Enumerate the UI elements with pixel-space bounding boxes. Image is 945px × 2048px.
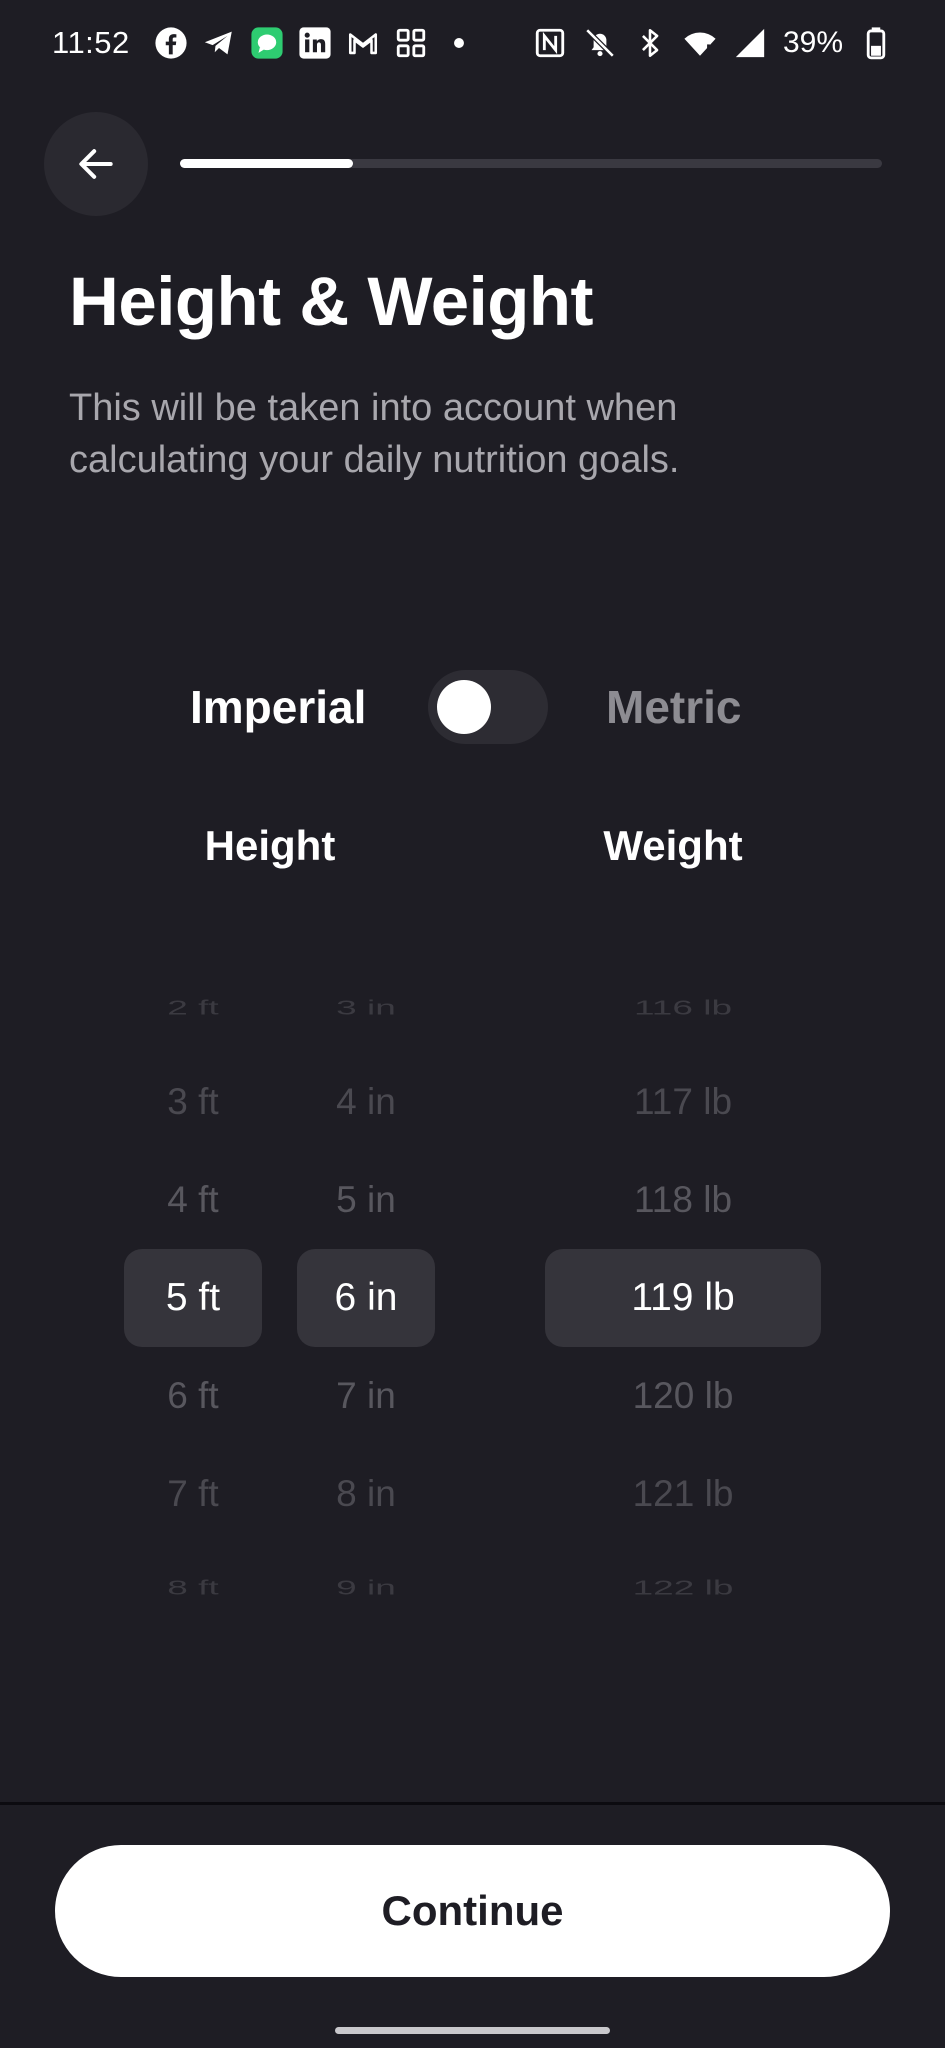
unit-toggle-row: Imperial Metric	[0, 670, 945, 746]
page-title: Height & Weight	[69, 263, 594, 340]
battery-icon	[859, 26, 893, 60]
linkedin-icon	[298, 26, 332, 60]
feet-picker[interactable]: 2 ft 3 ft 4 ft 5 ft 6 ft 7 ft 8 ft	[124, 955, 262, 1599]
feet-option[interactable]: 6 ft	[124, 1347, 262, 1445]
onboarding-progress-fill	[180, 159, 353, 168]
pounds-option[interactable]: 119 lb	[545, 1249, 821, 1347]
inches-option[interactable]: 7 in	[297, 1347, 435, 1445]
pounds-option[interactable]: 121 lb	[545, 1445, 821, 1543]
inches-option[interactable]: 8 in	[297, 1445, 435, 1543]
bell-off-icon	[583, 26, 617, 60]
pounds-option[interactable]: 116 lb	[545, 981, 821, 1035]
inches-picker[interactable]: 3 in 4 in 5 in 6 in 7 in 8 in 9 in	[297, 955, 435, 1599]
back-button[interactable]	[44, 112, 148, 216]
feet-option[interactable]: 4 ft	[124, 1151, 262, 1249]
facebook-icon	[154, 26, 188, 60]
pounds-option[interactable]: 122 lb	[545, 1561, 821, 1615]
pounds-picker[interactable]: 116 lb 117 lb 118 lb 119 lb 120 lb 121 lb 122 …	[545, 955, 821, 1599]
unit-switch-knob	[437, 680, 491, 734]
inches-option[interactable]: 4 in	[297, 1053, 435, 1151]
inches-option[interactable]: 5 in	[297, 1151, 435, 1249]
pounds-option[interactable]: 118 lb	[545, 1151, 821, 1249]
signal-icon	[733, 26, 767, 60]
height-header: Height	[204, 822, 336, 869]
imperial-label[interactable]: Imperial	[190, 680, 366, 734]
feet-option[interactable]: 5 ft	[124, 1249, 262, 1347]
status-right: 39%	[533, 26, 893, 60]
feet-option[interactable]: 7 ft	[124, 1445, 262, 1543]
metric-label[interactable]: Metric	[606, 680, 741, 734]
onboarding-progress-bar	[180, 159, 882, 168]
wifi-icon	[683, 26, 717, 60]
nfc-icon	[533, 26, 567, 60]
battery-percent: 39%	[782, 26, 843, 59]
home-indicator[interactable]	[335, 2027, 610, 2034]
status-left: 11:52	[52, 25, 476, 61]
messages-icon	[250, 26, 284, 60]
feet-option[interactable]: 2 ft	[124, 981, 262, 1035]
inches-option[interactable]: 6 in	[297, 1249, 435, 1347]
status-bar: 11:52 39%	[0, 0, 945, 86]
qr-icon	[394, 26, 428, 60]
page-subtitle: This will be taken into account when cal…	[69, 387, 680, 481]
gmail-icon	[346, 26, 380, 60]
bluetooth-icon	[633, 26, 667, 60]
pounds-option[interactable]: 120 lb	[545, 1347, 821, 1445]
arrow-left-icon	[79, 149, 113, 179]
feet-option[interactable]: 3 ft	[124, 1053, 262, 1151]
pounds-option[interactable]: 117 lb	[545, 1053, 821, 1151]
inches-option[interactable]: 3 in	[297, 981, 435, 1035]
telegram-icon	[202, 26, 236, 60]
unit-switch[interactable]	[428, 670, 548, 744]
dot-icon	[442, 26, 476, 60]
inches-option[interactable]: 9 in	[297, 1561, 435, 1615]
feet-option[interactable]: 8 ft	[124, 1561, 262, 1615]
weight-header: Weight	[603, 822, 743, 869]
status-time: 11:52	[52, 25, 130, 60]
footer: Continue	[0, 1802, 945, 2048]
continue-button[interactable]: Continue	[55, 1845, 890, 1977]
